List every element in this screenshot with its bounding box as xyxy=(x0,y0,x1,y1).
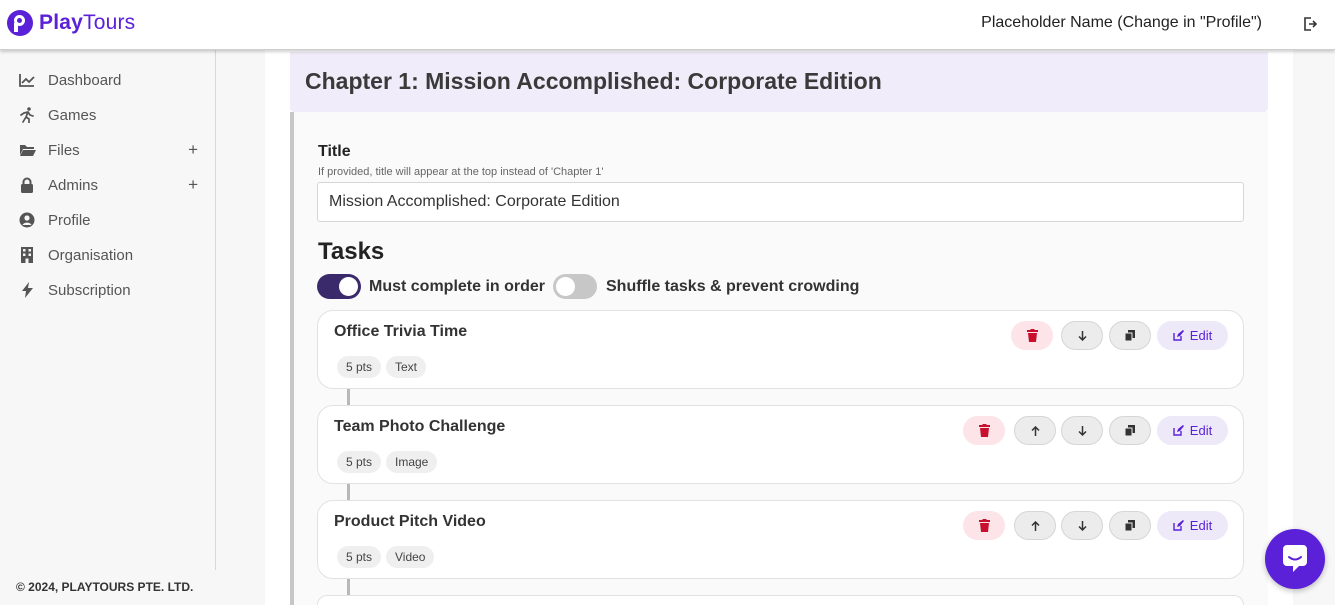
chat-support-button[interactable] xyxy=(1265,529,1325,589)
sidebar-item-label: Admins xyxy=(48,176,99,194)
user-circle-icon xyxy=(18,211,36,229)
folder-icon xyxy=(18,141,36,159)
sidebar-item-label: Games xyxy=(48,106,97,124)
toggle-knob xyxy=(339,277,358,296)
sidebar-item-subscription[interactable]: Subscription xyxy=(18,278,198,302)
task-card[interactable] xyxy=(317,595,1244,605)
sidebar-item-dashboard[interactable]: Dashboard xyxy=(18,68,198,92)
must-complete-in-order-toggle[interactable] xyxy=(317,274,361,299)
task-card[interactable]: Office Trivia Time 5 pts Text Edit xyxy=(317,310,1244,389)
task-card[interactable]: Product Pitch Video 5 pts Video Edit xyxy=(317,500,1244,579)
shuffle-tasks-label: Shuffle tasks & prevent crowding xyxy=(606,278,860,295)
logo-text: PlayTours xyxy=(39,11,135,35)
task-card[interactable]: Team Photo Challenge 5 pts Image Edit xyxy=(317,405,1244,484)
top-header: PlayTours Placeholder Name (Change in "P… xyxy=(0,0,1335,50)
sidebar-item-organisation[interactable]: Organisation xyxy=(18,243,198,267)
move-up-button[interactable] xyxy=(1014,416,1056,445)
trash-icon xyxy=(978,424,990,437)
task-points-badge: 5 pts xyxy=(337,356,382,378)
toggle-knob xyxy=(556,277,575,296)
duplicate-task-button[interactable] xyxy=(1109,321,1151,350)
running-icon xyxy=(18,106,36,124)
task-connector xyxy=(347,484,350,500)
chapter-header: Chapter 1: Mission Accomplished: Corpora… xyxy=(290,52,1268,112)
title-help-text: If provided, title will appear at the to… xyxy=(318,166,604,178)
task-points-badge: 5 pts xyxy=(337,546,382,568)
duplicate-task-button[interactable] xyxy=(1109,511,1151,540)
edit-label: Edit xyxy=(1189,328,1213,343)
chapter-title-input[interactable] xyxy=(317,182,1244,222)
arrow-down-icon xyxy=(1077,425,1087,436)
must-complete-in-order-label: Must complete in order xyxy=(369,278,546,295)
task-points-badge: 5 pts xyxy=(337,451,382,473)
chapter-title: Chapter 1: Mission Accomplished: Corpora… xyxy=(305,68,882,94)
copyright-footer: © 2024, PLAYTOURS PTE. LTD. xyxy=(16,580,194,594)
playtours-logo[interactable]: PlayTours xyxy=(7,10,135,36)
edit-task-button[interactable]: Edit xyxy=(1157,511,1228,540)
sidebar-item-admins[interactable]: Admins + xyxy=(18,173,198,197)
lock-icon xyxy=(18,176,36,194)
trash-icon xyxy=(978,519,990,532)
edit-label: Edit xyxy=(1189,423,1213,438)
edit-task-button[interactable]: Edit xyxy=(1157,416,1228,445)
files-expand-button[interactable]: + xyxy=(188,140,198,160)
edit-label: Edit xyxy=(1189,518,1213,533)
sidebar-item-files[interactable]: Files + xyxy=(18,138,198,162)
sidebar-item-label: Profile xyxy=(48,211,91,229)
move-down-button[interactable] xyxy=(1061,321,1103,350)
sidebar-item-games[interactable]: Games xyxy=(18,103,198,127)
edit-icon xyxy=(1173,520,1184,531)
move-up-button[interactable] xyxy=(1014,511,1056,540)
logout-icon[interactable] xyxy=(1303,16,1318,32)
chart-line-icon xyxy=(18,71,36,89)
move-down-button[interactable] xyxy=(1061,511,1103,540)
tasks-heading: Tasks xyxy=(318,238,385,265)
admins-expand-button[interactable]: + xyxy=(188,175,198,195)
user-name[interactable]: Placeholder Name (Change in "Profile") xyxy=(981,14,1262,32)
sidebar-item-label: Organisation xyxy=(48,246,134,264)
title-label: Title xyxy=(318,143,351,160)
sidebar xyxy=(0,50,216,570)
task-type-badge: Text xyxy=(386,356,427,378)
task-name: Team Photo Challenge xyxy=(334,418,506,435)
trash-icon xyxy=(1026,329,1038,342)
copy-icon xyxy=(1125,425,1135,436)
delete-task-button[interactable] xyxy=(963,511,1005,540)
copy-icon xyxy=(1125,520,1135,531)
task-type-badge: Image xyxy=(386,451,438,473)
chat-icon xyxy=(1283,545,1307,572)
task-type-badge: Video xyxy=(386,546,435,568)
duplicate-task-button[interactable] xyxy=(1109,416,1151,445)
move-down-button[interactable] xyxy=(1061,416,1103,445)
arrow-down-icon xyxy=(1077,330,1087,341)
edit-task-button[interactable]: Edit xyxy=(1157,321,1228,350)
sidebar-item-label: Files xyxy=(48,141,80,159)
sidebar-item-profile[interactable]: Profile xyxy=(18,208,198,232)
task-name: Office Trivia Time xyxy=(334,323,468,340)
edit-icon xyxy=(1173,330,1184,341)
arrow-down-icon xyxy=(1077,520,1087,531)
delete-task-button[interactable] xyxy=(963,416,1005,445)
task-connector xyxy=(347,389,350,405)
bolt-icon xyxy=(18,281,36,299)
logo-text-play: Play xyxy=(39,11,83,34)
shuffle-tasks-toggle[interactable] xyxy=(553,274,597,299)
sidebar-item-label: Subscription xyxy=(48,281,131,299)
arrow-up-icon xyxy=(1030,425,1040,436)
delete-task-button[interactable] xyxy=(1011,321,1053,350)
playtours-logo-icon xyxy=(7,10,33,36)
arrow-up-icon xyxy=(1030,520,1040,531)
task-connector xyxy=(347,579,350,595)
task-name: Product Pitch Video xyxy=(334,513,486,530)
building-icon xyxy=(18,246,36,264)
copy-icon xyxy=(1125,330,1135,341)
edit-icon xyxy=(1173,425,1184,436)
sidebar-item-label: Dashboard xyxy=(48,71,122,89)
logo-text-tours: Tours xyxy=(83,11,136,34)
